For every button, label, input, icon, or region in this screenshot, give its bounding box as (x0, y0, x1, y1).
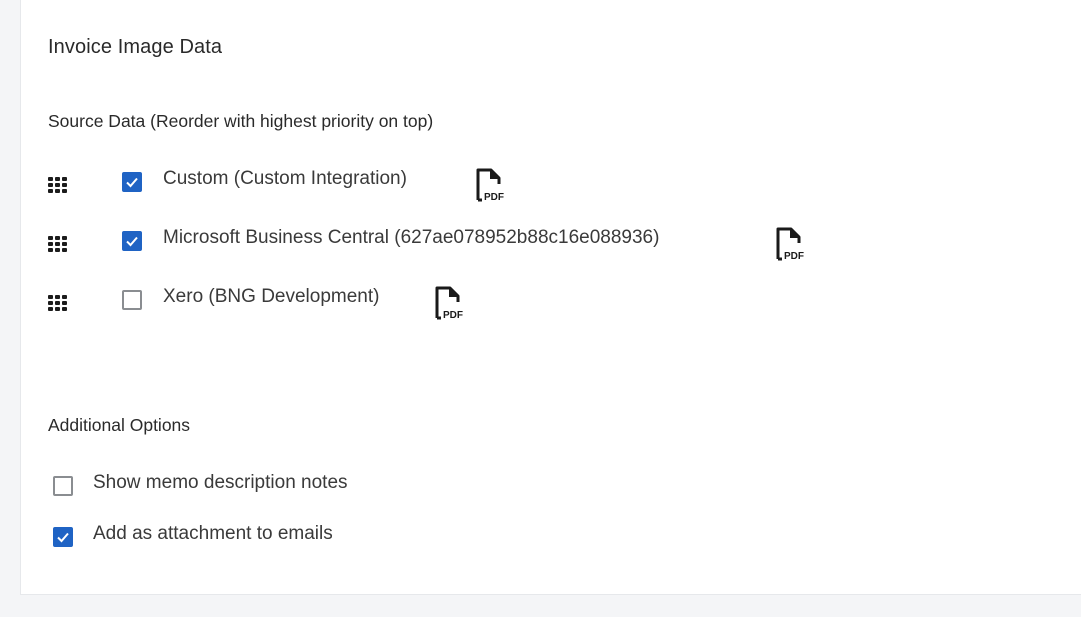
source-item-custom[interactable]: Custom (Custom Integration) PDF (21, 162, 1021, 204)
svg-text:PDF: PDF (784, 251, 804, 262)
pdf-file-icon[interactable]: PDF (433, 284, 467, 322)
show-memo-notes-checkbox[interactable] (53, 476, 73, 496)
checkmark-icon (57, 532, 69, 543)
source-item-label: Custom (Custom Integration) (163, 168, 407, 189)
pdf-file-icon[interactable]: PDF (774, 225, 808, 263)
pdf-file-icon[interactable]: PDF (474, 166, 508, 204)
source-checkbox-xero[interactable] (122, 290, 142, 310)
invoice-image-data-card: Invoice Image Data Source Data (Reorder … (20, 0, 1081, 595)
source-checkbox-custom[interactable] (122, 172, 142, 192)
option-label: Add as attachment to emails (93, 523, 333, 544)
source-item-xero[interactable]: Xero (BNG Development) PDF (21, 280, 1021, 322)
source-item-microsoft-business-central[interactable]: Microsoft Business Central (627ae078952b… (21, 221, 1021, 263)
option-add-as-attachment[interactable]: Add as attachment to emails (21, 521, 621, 551)
drag-handle-icon[interactable] (48, 295, 68, 311)
drag-handle-icon[interactable] (48, 236, 68, 252)
checkmark-icon (126, 236, 138, 247)
section-title: Invoice Image Data (48, 36, 223, 58)
drag-handle-icon[interactable] (48, 177, 68, 193)
option-show-memo-description-notes[interactable]: Show memo description notes (21, 470, 621, 500)
source-item-label: Microsoft Business Central (627ae078952b… (163, 227, 660, 248)
add-attachment-checkbox[interactable] (53, 527, 73, 547)
svg-text:PDF: PDF (443, 310, 463, 321)
checkmark-icon (126, 177, 138, 188)
source-data-label: Source Data (Reorder with highest priori… (48, 111, 434, 131)
additional-options-label: Additional Options (48, 415, 191, 435)
source-checkbox-microsoft-business-central[interactable] (122, 231, 142, 251)
option-label: Show memo description notes (93, 472, 348, 493)
svg-text:PDF: PDF (484, 192, 504, 203)
source-item-label: Xero (BNG Development) (163, 286, 380, 307)
